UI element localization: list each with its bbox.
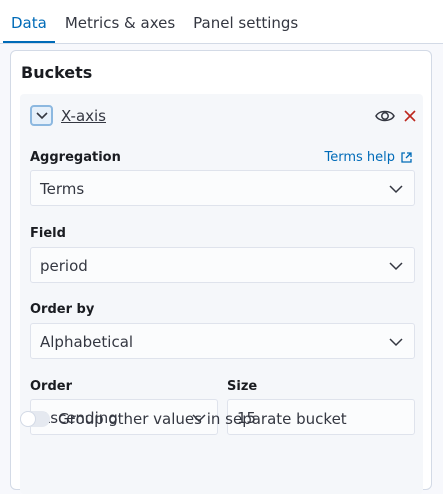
external-link-icon [401,152,412,163]
order-by-value: Alphabetical [40,333,134,351]
chevron-down-icon [389,338,403,347]
bucket-x-axis: X-axis Aggregation Terms help Terms Fiel… [20,94,423,494]
close-icon[interactable] [401,107,419,125]
tab-metrics-axes[interactable]: Metrics & axes [57,14,183,43]
chevron-down-icon [389,262,403,271]
terms-help-link[interactable]: Terms help [324,150,413,165]
group-other-label: Group other values in separate bucket [58,410,347,428]
aggregation-value: Terms [40,180,85,198]
editor-tabs: Data Metrics & axes Panel settings [0,0,443,44]
order-label: Order [30,379,72,394]
order-by-label: Order by [30,302,95,317]
aggregation-select[interactable]: Terms [30,170,415,206]
field-label: Field [30,226,66,241]
terms-help-text: Terms help [324,150,395,165]
field-value: period [40,257,88,275]
bucket-toggle-button[interactable] [30,105,53,126]
order-by-select[interactable]: Alphabetical [30,323,415,359]
bucket-header: X-axis [20,94,423,138]
size-label: Size [227,379,258,394]
chevron-down-icon [389,185,403,194]
field-select[interactable]: period [30,247,415,283]
tab-data[interactable]: Data [3,14,55,43]
switch-knob [21,412,35,426]
bucket-name-link[interactable]: X-axis [61,107,106,125]
aggregation-label: Aggregation [30,150,121,165]
panel-title: Buckets [21,63,93,82]
group-other-row: Group other values in separate bucket [20,410,347,428]
tab-panel-settings[interactable]: Panel settings [185,14,306,43]
eye-icon[interactable] [374,106,396,126]
group-other-switch[interactable] [20,411,50,427]
chevron-down-icon [35,111,48,119]
